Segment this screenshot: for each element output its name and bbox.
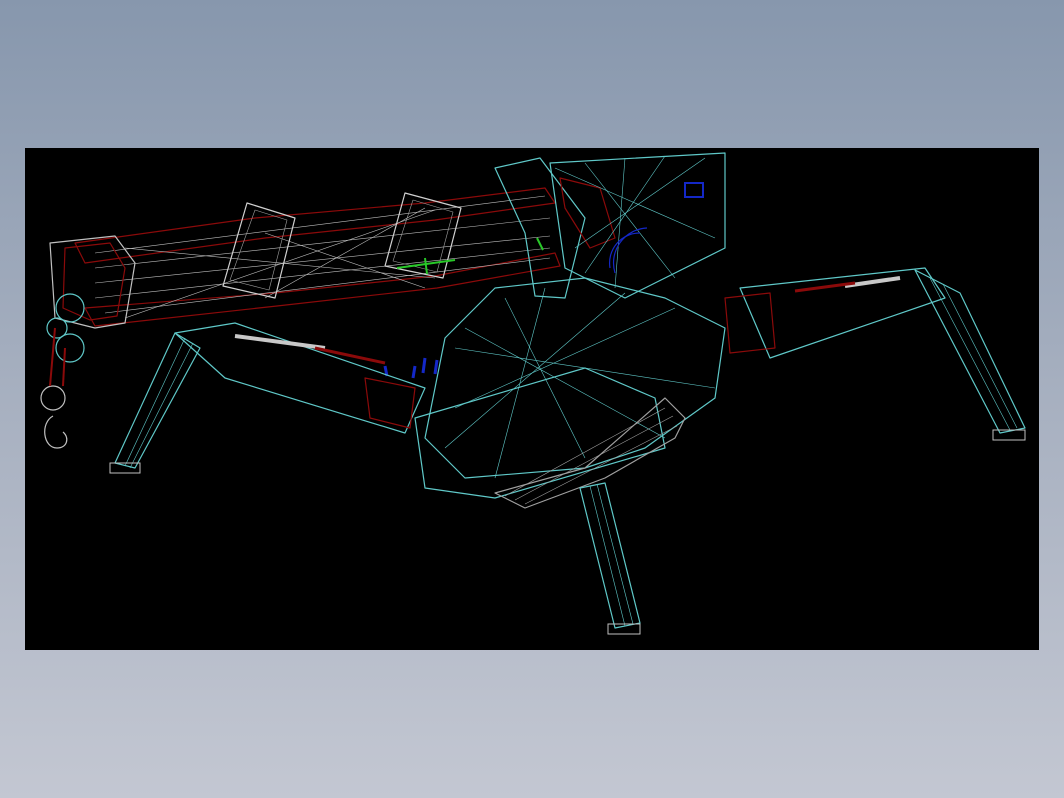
outrigger-rear — [579, 482, 641, 635]
outrigger-front-left — [109, 322, 426, 474]
boom-knuckle — [494, 152, 726, 299]
axis-markers — [396, 237, 544, 275]
cad-viewport[interactable] — [25, 148, 1039, 650]
crane-body — [383, 277, 726, 509]
boom-head-and-hook — [40, 235, 136, 449]
telescopic-boom — [74, 187, 561, 327]
outrigger-front-right — [724, 267, 1026, 441]
crawler-track — [494, 397, 686, 509]
crane-wireframe-drawing — [40, 152, 1026, 635]
